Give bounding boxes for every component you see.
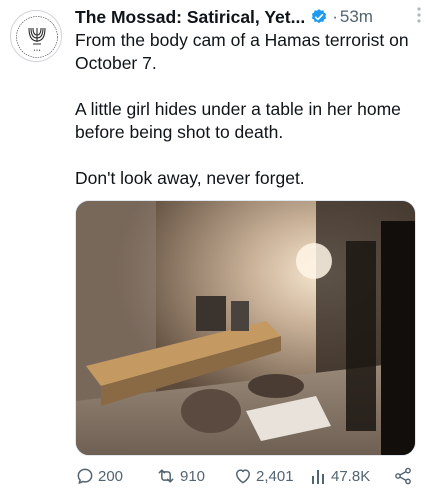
reply-count: 200 xyxy=(98,467,124,485)
timestamp[interactable]: 53m xyxy=(340,7,373,27)
like-button[interactable]: 2,401 xyxy=(233,466,294,486)
like-icon xyxy=(236,469,250,484)
media-image[interactable] xyxy=(75,200,416,456)
svg-text:● ● ●: ● ● ● xyxy=(34,48,41,52)
verified-badge-icon xyxy=(310,8,328,26)
avatar-logo: ● ● ● xyxy=(13,13,61,61)
more-icon[interactable] xyxy=(416,6,422,24)
repost-button[interactable]: 910 xyxy=(155,466,205,486)
action-bar: 200 910 2,401 47.8K xyxy=(75,466,420,492)
views-icon xyxy=(312,470,324,484)
reply-button[interactable]: 200 xyxy=(75,466,123,486)
reply-icon xyxy=(77,468,93,484)
tweet-text: From the body cam of a Hamas terrorist o… xyxy=(75,29,420,213)
repost-count: 910 xyxy=(180,467,206,485)
share-icon xyxy=(395,467,411,485)
avatar[interactable]: ● ● ● xyxy=(10,10,62,62)
separator: · xyxy=(332,7,338,26)
media-photo xyxy=(76,201,415,455)
views-count: 47.8K xyxy=(331,467,371,485)
tweet-paragraph: From the body cam of a Hamas terrorist o… xyxy=(75,30,409,73)
tweet-paragraph: A little girl hides under a table in her… xyxy=(75,99,401,142)
tweet-header: The Mossad: Satirical, Yet... · 53m xyxy=(75,4,420,30)
tweet-paragraph: Don't look away, never forget. xyxy=(75,168,305,188)
author-name[interactable]: The Mossad: Satirical, Yet... xyxy=(75,7,305,28)
like-count: 2,401 xyxy=(256,467,294,485)
share-button[interactable] xyxy=(393,466,413,486)
views-button[interactable]: 47.8K xyxy=(310,466,370,486)
repost-icon xyxy=(158,469,174,483)
